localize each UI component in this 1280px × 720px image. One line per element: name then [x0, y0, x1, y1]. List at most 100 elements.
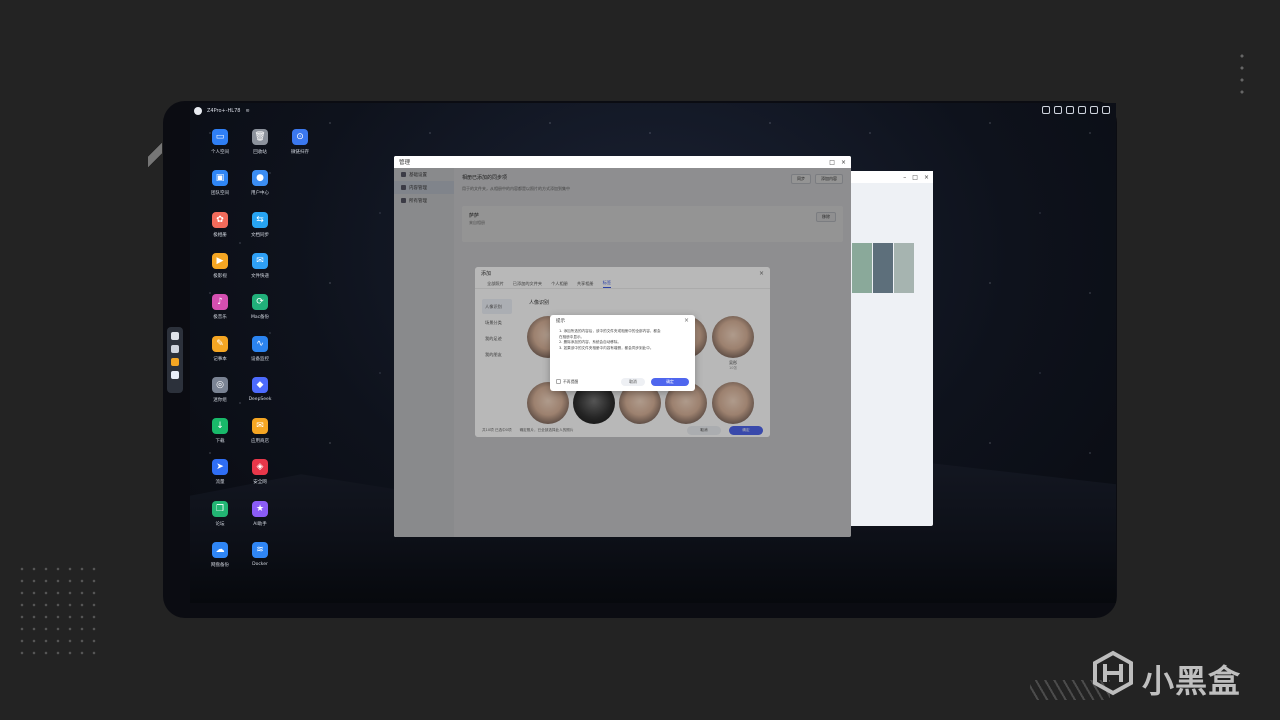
team-icon: ▣ [212, 170, 228, 187]
close-icon[interactable]: × [684, 317, 689, 324]
desktop-app-label: 流量 [215, 480, 225, 486]
album-icon: ✿ [212, 211, 228, 228]
desktop-app-label: 安全网 [253, 480, 267, 486]
desktop-app-delivery[interactable]: ✉ 文件快递 [240, 252, 280, 279]
desktop-app-label: 极相册 [213, 232, 227, 238]
docker-icon: ≋ [252, 542, 268, 558]
desktop-app-flow[interactable]: ➤ 流量 [200, 459, 240, 485]
chat-icon[interactable] [171, 332, 179, 340]
prompt-confirm-button[interactable]: 确定 [651, 377, 689, 386]
flow-icon: ➤ [212, 459, 228, 476]
top-bar: Z4Pro+-HL78 ≋ [190, 103, 1116, 119]
desktop-app-sync[interactable]: ⇆ 文档同步 [240, 211, 280, 238]
message-icon[interactable] [1090, 106, 1098, 114]
window-title: 管理 [399, 160, 411, 166]
prompt-dialog: 提示 × 1. 添加所选的内容后，该中的文件夹或相册中的全部内容，都会 在相册中… [550, 315, 695, 391]
search-icon[interactable] [1054, 106, 1062, 114]
prompt-cancel-button[interactable]: 取消 [621, 377, 645, 386]
desktop-app-video[interactable]: ▶ 极影视 [200, 252, 240, 279]
video-icon: ▶ [212, 252, 228, 269]
photo-thumb[interactable] [873, 243, 893, 293]
delivery-icon: ✉ [252, 252, 268, 269]
desktop-app-label: 个人空间 [211, 150, 229, 155]
minimize-icon[interactable]: – [903, 174, 906, 181]
store-icon: ✉ [252, 418, 268, 435]
desktop-app-cloud[interactable]: ☁ 网盘备份 [200, 542, 240, 568]
settings-icon[interactable] [1102, 106, 1110, 114]
desktop-app-label: 文档同步 [251, 232, 269, 238]
backup-icon: ⟳ [252, 294, 268, 311]
photos-dock-icon[interactable] [171, 371, 179, 379]
desktop-app-label: 用户中心 [251, 191, 269, 197]
desktop-app-deepseek[interactable]: ◆ DeepSeek [240, 376, 280, 402]
decorative-dots-right [1238, 50, 1246, 100]
desktop-app-link[interactable]: ⊙ 微链扫存 [280, 129, 320, 155]
forum-icon: ❐ [212, 500, 228, 517]
link-icon: ⊙ [292, 129, 308, 145]
close-icon[interactable]: × [841, 159, 846, 166]
desktop-app-forum[interactable]: ❐ 论坛 [200, 500, 240, 527]
desktop-app-docker[interactable]: ≋ Docker [240, 542, 280, 567]
maximize-icon[interactable]: □ [912, 174, 918, 181]
desktop-app-label: 极影视 [213, 273, 227, 279]
download-icon: ↓ [212, 418, 228, 435]
prompt-line: 3. 如果该中的文件夹相册中内容有增删，都会同步到此中。 [559, 345, 654, 350]
folder-icon: ▭ [212, 129, 228, 145]
desktop-app-monitor[interactable]: ∿ 设备监控 [240, 335, 280, 362]
prompt-footer: 不再提醒 取消 确定 [556, 377, 689, 386]
desktop-app-trash[interactable]: 🗑 回收站 [240, 129, 280, 155]
desktop-app-album[interactable]: ✿ 极相册 [200, 211, 240, 238]
close-icon[interactable]: × [924, 174, 929, 181]
network-icon[interactable] [1042, 106, 1050, 114]
desktop-app-label: AI助手 [253, 521, 267, 527]
task-icon[interactable] [1078, 106, 1086, 114]
desktop-app-note[interactable]: ✎ 记事本 [200, 335, 240, 362]
apps-grid-icon[interactable] [171, 345, 179, 353]
no-remind-label: 不再提醒 [563, 378, 579, 384]
cloud-icon: ☁ [212, 542, 228, 558]
mini-icon: ◎ [212, 376, 228, 393]
photo-thumb[interactable] [894, 243, 914, 293]
desktop-app-ai[interactable]: ★ AI助手 [240, 500, 280, 527]
background-window[interactable]: – □ × [848, 171, 933, 526]
desktop-app-user[interactable]: ● 用户中心 [240, 170, 280, 196]
clock-icon[interactable] [1066, 106, 1074, 114]
decorative-dots [16, 563, 96, 663]
wifi-icon: ≋ [245, 108, 250, 114]
desktop-app-folder[interactable]: ▭ 个人空间 [200, 129, 240, 155]
user-avatar-icon[interactable] [194, 107, 202, 115]
prompt-body: 1. 添加所选的内容后，该中的文件夹或相册中的全部内容，都会 在相册中显示。 2… [550, 326, 695, 351]
ai-icon: ★ [252, 500, 268, 517]
desktop-app-store[interactable]: ✉ 应用商店 [240, 418, 280, 444]
decorative-chevron [148, 135, 162, 175]
desktop-app-label: Docker [252, 562, 268, 567]
desktop-app-label: 极音乐 [213, 315, 227, 321]
photo-thumb[interactable] [852, 243, 872, 293]
heybox-logo-icon [1093, 650, 1133, 696]
desktop-app-backup[interactable]: ⟳ Mac备份 [240, 294, 280, 320]
device-name[interactable]: Z4Pro+-HL78 [207, 108, 240, 114]
maximize-icon[interactable]: □ [829, 159, 835, 166]
desktop-app-label: 团队空间 [211, 191, 229, 197]
watermark-text: 小黑盒 [1142, 662, 1242, 700]
checkbox-icon [556, 379, 561, 384]
desktop-app-label: 设备监控 [251, 356, 269, 362]
deepseek-icon: ◆ [252, 376, 268, 393]
desktop-app-shield[interactable]: ◈ 安全网 [240, 459, 280, 485]
music-icon: ♪ [212, 294, 228, 311]
monitor-icon: ∿ [252, 335, 268, 352]
no-remind-checkbox[interactable]: 不再提醒 [556, 379, 578, 385]
desktop-app-mini[interactable]: ◎ 迷你组 [200, 376, 240, 403]
desktop-app-music[interactable]: ♪ 极音乐 [200, 294, 240, 320]
desktop-app-team[interactable]: ▣ 团队空间 [200, 170, 240, 196]
desktop-app-label: 记事本 [213, 356, 227, 362]
note-icon: ✎ [212, 335, 228, 352]
prompt-title: 提示 [556, 318, 565, 324]
desktop-app-download[interactable]: ↓ 下载 [200, 418, 240, 444]
folder-dock-icon[interactable] [171, 358, 179, 366]
desktop-app-label: 微链扫存 [291, 150, 309, 155]
desktop-app-label: 文件快递 [251, 273, 269, 279]
background-window-titlebar: – □ × [848, 171, 933, 183]
desktop-app-label: 论坛 [215, 521, 225, 527]
desktop-app-label: DeepSeek [248, 396, 272, 402]
